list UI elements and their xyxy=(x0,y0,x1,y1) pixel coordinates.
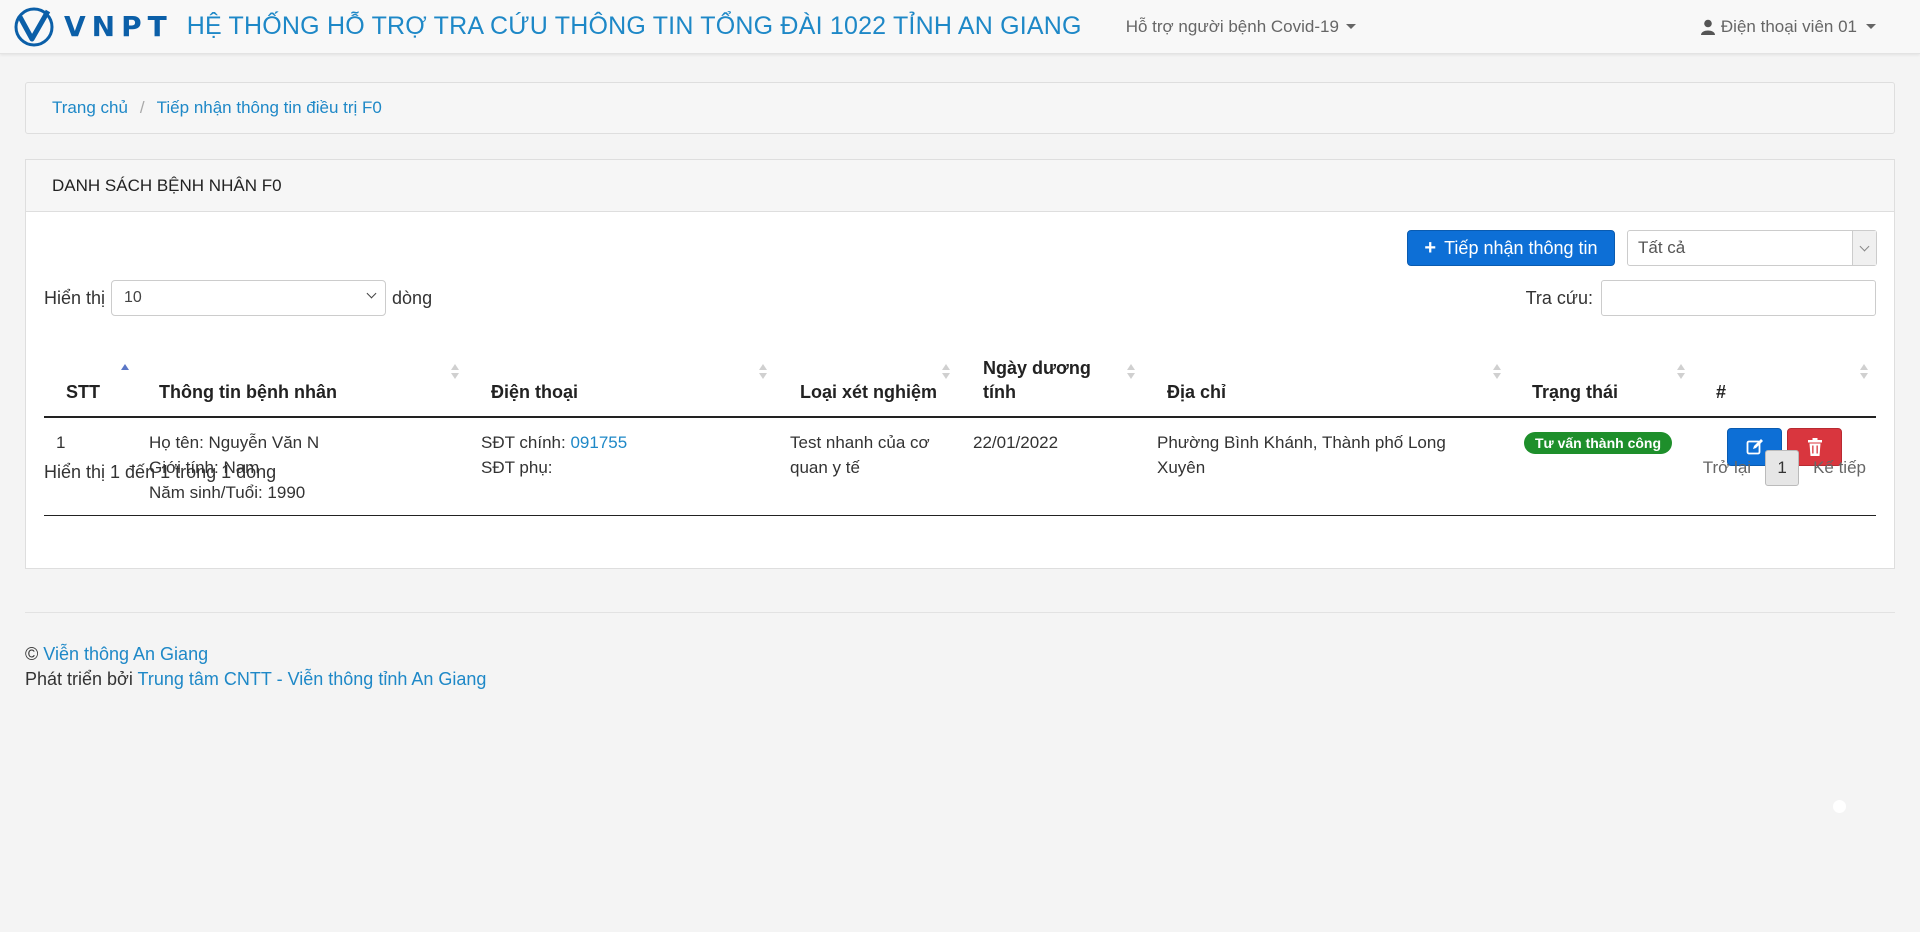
dev-prefix: Phát triển bởi xyxy=(25,669,133,689)
patient-birth: Năm sinh/Tuổi: 1990 xyxy=(149,483,306,502)
brand[interactable]: VNPT HỆ THỐNG HỖ TRỢ TRA CỨU THÔNG TIN T… xyxy=(14,7,1082,47)
phone-main-link[interactable]: 091755 xyxy=(570,433,627,452)
page-length-select[interactable]: 10 xyxy=(111,280,387,316)
decorative-dot xyxy=(1833,800,1846,813)
cell-phone: SĐT chính: 091755 SĐT phụ: xyxy=(481,430,627,480)
address-line2: Xuyên xyxy=(1157,458,1206,477)
phone-main-label: SĐT chính: xyxy=(481,433,566,452)
panel-title: DANH SÁCH BỆNH NHÂN F0 xyxy=(26,160,1894,212)
cell-address: Phường Bình Khánh, Thành phố Long Xuyên xyxy=(1157,430,1446,480)
sort-icon xyxy=(1127,364,1137,382)
sort-icon xyxy=(1493,364,1503,382)
header-test-type[interactable]: Loại xét nghiệm xyxy=(800,380,937,404)
sort-icon xyxy=(759,364,769,382)
header-positive-date-line2: tính xyxy=(983,382,1016,402)
logo-text: VNPT xyxy=(64,10,173,43)
address-line1: Phường Bình Khánh, Thành phố Long xyxy=(1157,433,1446,452)
covid-support-menu-label: Hỗ trợ người bệnh Covid-19 xyxy=(1125,16,1339,36)
sort-asc-icon xyxy=(121,364,131,382)
dev-link[interactable]: Trung tâm CNTT - Viễn thông tỉnh An Gian… xyxy=(138,669,487,689)
patient-table: STT Thông tin bệnh nhân Điện thoại Loại … xyxy=(44,340,1876,516)
vnpt-logo-icon xyxy=(14,7,54,46)
header-positive-date-line1: Ngày dương xyxy=(983,358,1091,378)
phone-main-line: SĐT chính: 091755 xyxy=(481,430,627,455)
footer: © Viễn thông An Giang Phát triển bởi Tru… xyxy=(25,642,486,692)
sort-icon xyxy=(1860,364,1870,382)
header-phone[interactable]: Điện thoại xyxy=(491,380,578,404)
header-stt[interactable]: STT xyxy=(66,380,100,404)
add-info-button[interactable]: + Tiếp nhận thông tin xyxy=(1407,230,1615,266)
footer-copyright-line: © Viễn thông An Giang xyxy=(25,642,486,667)
rows-label: dòng xyxy=(392,287,433,308)
caret-down-icon xyxy=(1866,24,1876,29)
user-menu-label: Điện thoại viên 01 xyxy=(1720,16,1857,36)
add-info-button-label: Tiếp nhận thông tin xyxy=(1444,237,1598,258)
header-actions[interactable]: # xyxy=(1716,380,1726,404)
top-navbar: VNPT HỆ THỐNG HỖ TRỢ TRA CỨU THÔNG TIN T… xyxy=(0,0,1920,54)
show-label: Hiển thị xyxy=(44,287,106,308)
page-length-control: Hiển thị 10 dòng xyxy=(44,280,432,316)
next-page-button[interactable]: Kế tiếp xyxy=(1813,458,1866,478)
breadcrumb-home-link[interactable]: Trang chủ xyxy=(52,98,128,118)
org-link[interactable]: Viễn thông An Giang xyxy=(43,644,208,664)
table-header: STT Thông tin bệnh nhân Điện thoại Loại … xyxy=(44,340,1876,418)
search-input[interactable] xyxy=(1601,280,1876,316)
header-positive-date[interactable]: Ngày dương tính xyxy=(983,356,1091,404)
status-filter-select[interactable]: Tất cả xyxy=(1627,230,1877,266)
breadcrumb-separator: / xyxy=(139,98,145,117)
status-filter-arrow xyxy=(1852,231,1876,265)
pagination: Trở lại 1 Kế tiếp xyxy=(1703,450,1866,486)
header-address[interactable]: Địa chỉ xyxy=(1167,380,1226,404)
covid-support-menu[interactable]: Hỗ trợ người bệnh Covid-19 xyxy=(1126,17,1356,37)
chevron-down-icon xyxy=(1859,241,1870,251)
table-info: Hiển thị 1 đến 1 trong 1 dòng xyxy=(44,462,277,482)
user-menu[interactable]: Điện thoại viên 01 xyxy=(1700,16,1876,37)
footer-divider xyxy=(25,612,1895,613)
table-row: 1 Họ tên: Nguyễn Văn N Giới tính: Nam Nă… xyxy=(44,418,1876,516)
status-badge: Tư vấn thành công xyxy=(1524,432,1673,454)
sort-icon xyxy=(451,364,461,382)
caret-down-icon xyxy=(1345,24,1356,29)
plus-icon: + xyxy=(1424,237,1437,259)
breadcrumb-current-link[interactable]: Tiếp nhận thông tin điều trị F0 xyxy=(157,98,382,118)
status-filter-value: Tất cả xyxy=(1638,238,1686,257)
cell-stt: 1 xyxy=(56,433,66,452)
sort-icon xyxy=(1677,364,1687,382)
patient-name: Họ tên: Nguyễn Văn N xyxy=(149,433,320,452)
search-label: Tra cứu: xyxy=(1525,287,1593,308)
copyright-symbol: © xyxy=(25,644,39,664)
footer-dev-line: Phát triển bởi Trung tâm CNTT - Viễn thô… xyxy=(25,667,486,692)
header-status[interactable]: Trạng thái xyxy=(1532,380,1618,404)
user-icon xyxy=(1700,19,1715,35)
cell-test-type: Test nhanh của cơ quan y tế xyxy=(790,430,930,480)
prev-page-button[interactable]: Trở lại xyxy=(1703,458,1751,478)
breadcrumb: Trang chủ / Tiếp nhận thông tin điều trị… xyxy=(25,82,1895,134)
phone-sub-label: SĐT phụ: xyxy=(481,458,553,477)
page-1-button[interactable]: 1 xyxy=(1765,450,1800,486)
patient-list-panel: DANH SÁCH BỆNH NHÂN F0 + Tiếp nhận thông… xyxy=(25,159,1895,569)
sort-icon xyxy=(942,364,952,382)
chevron-down-icon xyxy=(366,288,377,299)
cell-positive-date: 22/01/2022 xyxy=(973,433,1059,452)
page-length-value: 10 xyxy=(124,289,142,306)
header-patient[interactable]: Thông tin bệnh nhân xyxy=(159,380,337,404)
search-control: Tra cứu: xyxy=(1526,280,1876,316)
app-title: HỆ THỐNG HỖ TRỢ TRA CỨU THÔNG TIN TỔNG Đ… xyxy=(186,12,1082,40)
test-type-line1: Test nhanh của cơ xyxy=(790,433,930,452)
test-type-line2: quan y tế xyxy=(790,458,860,477)
